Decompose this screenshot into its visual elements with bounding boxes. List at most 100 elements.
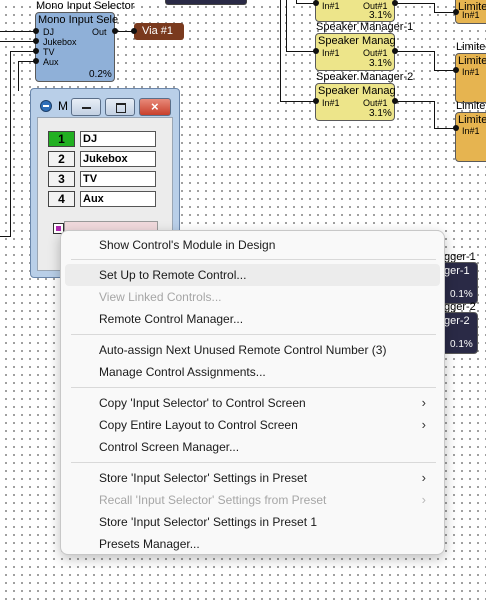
maximize-button[interactable] (105, 98, 135, 116)
speaker-manager-0-out-node[interactable] (392, 0, 398, 6)
logger-1-percent: 0.1% (450, 289, 473, 300)
limiter-0-in-node[interactable] (453, 9, 459, 15)
limiter-1[interactable]: Limite In#1 (455, 53, 486, 103)
limiter-2-in: In#1 (462, 126, 480, 136)
submenu-arrow-icon: › (421, 395, 426, 410)
close-button[interactable]: × (139, 98, 171, 116)
menu-item-store-in-preset-label: Store 'Input Selector' Settings in Prese… (99, 471, 308, 485)
submenu-arrow-icon: › (421, 417, 426, 432)
speaker-manager-2-in: In#1 (322, 98, 340, 108)
logger-2[interactable]: ger-2 0.1% (440, 312, 478, 354)
menu-item-show-module[interactable]: Show Control's Module in Design (65, 234, 440, 256)
wire-lim-c (394, 101, 434, 102)
menu-separator-1 (71, 259, 436, 260)
minimize-icon (82, 107, 91, 109)
speaker-manager-2-title: Speaker Manager-2 (316, 71, 414, 83)
input-name-4[interactable]: Aux (80, 191, 156, 207)
select-button-3[interactable]: 3 (48, 171, 75, 187)
input-selector-title: Mono Input Selector (36, 0, 135, 12)
menu-item-control-screen-manager[interactable]: Control Screen Manager... (65, 436, 440, 458)
wire-tv-v (10, 51, 11, 236)
submenu-arrow-icon: › (421, 470, 426, 485)
menu-item-recall-from-preset: Recall 'Input Selector' Settings from Pr… (65, 489, 440, 511)
select-button-2[interactable]: 2 (48, 151, 75, 167)
wire-sm-b (280, 0, 281, 102)
speaker-manager-0-in-node[interactable] (313, 0, 319, 6)
speaker-manager-1-title: Speaker Manager-1 (316, 21, 414, 33)
menu-item-copy-entire-layout-label: Copy Entire Layout to Control Screen (99, 418, 298, 432)
app-icon (40, 100, 52, 112)
wire-sm0-in-v (296, 0, 297, 4)
speaker-manager-2[interactable]: Speaker Manag In#1 Out#1 3.1% (315, 83, 396, 121)
speaker-manager-1-in: In#1 (322, 48, 340, 58)
wire-sm-a2 (286, 51, 316, 52)
limiter-2-in-node[interactable] (453, 125, 459, 131)
speaker-manager-2-percent: 3.1% (369, 108, 392, 119)
speaker-manager-1-in-node[interactable] (313, 48, 319, 54)
control-window-title: M (58, 99, 68, 113)
limiter-0[interactable]: Limite In#1 (455, 0, 486, 24)
menu-item-store-in-preset-1[interactable]: Store 'Input Selector' Settings in Prese… (65, 511, 440, 533)
speaker-manager-1-percent: 3.1% (369, 58, 392, 69)
input-node-jukebox[interactable] (33, 38, 39, 44)
speaker-manager-2-out: Out#1 (363, 98, 388, 108)
speaker-manager-1[interactable]: Speaker Manag In#1 Out#1 3.1% (315, 33, 396, 71)
menu-item-store-in-preset[interactable]: Store 'Input Selector' Settings in Prese… (65, 467, 440, 489)
logger-2-percent: 0.1% (450, 339, 473, 350)
wire-dj (0, 31, 36, 32)
limiter-2-header: Limite (458, 114, 486, 126)
limiter-1-in-node[interactable] (453, 67, 459, 73)
input-node-aux[interactable] (33, 58, 39, 64)
logger-2-header: ger-2 (444, 315, 470, 327)
input-label-jukebox: Jukebox (43, 37, 77, 47)
menu-item-remote-control-manager[interactable]: Remote Control Manager... (65, 308, 440, 330)
output-node[interactable] (112, 28, 118, 34)
menu-separator-4 (71, 462, 436, 463)
input-node-tv[interactable] (33, 48, 39, 54)
input-name-2[interactable]: Jukebox (80, 151, 156, 167)
select-button-4[interactable]: 4 (48, 191, 75, 207)
menu-item-manage-assignments[interactable]: Manage Control Assignments... (65, 361, 440, 383)
input-node-dj[interactable] (33, 28, 39, 34)
minimize-button[interactable] (71, 98, 101, 116)
speaker-manager-0-percent: 3.1% (369, 10, 392, 21)
speaker-manager-1-header: Speaker Manag (318, 35, 396, 47)
speaker-manager-2-in-node[interactable] (313, 98, 319, 104)
wire-sm-b2 (280, 101, 316, 102)
input-label-tv: TV (43, 47, 55, 57)
menu-item-copy-entire-layout[interactable]: Copy Entire Layout to Control Screen › (65, 414, 440, 436)
speaker-manager-0-in: In#1 (322, 1, 340, 11)
wire-lim-b (394, 51, 434, 52)
submenu-arrow-icon: › (421, 492, 426, 507)
speaker-manager-2-header: Speaker Manag (318, 85, 396, 97)
output-label: Out (92, 27, 107, 37)
input-selector-header: Mono Input Sele (38, 14, 119, 26)
input-selector-module[interactable]: Mono Input Sele DJ Jukebox TV Aux Out 0.… (35, 12, 119, 82)
control-handle-marker (56, 226, 61, 231)
select-button-1[interactable]: 1 (48, 131, 75, 147)
menu-item-auto-assign[interactable]: Auto-assign Next Unused Remote Control N… (65, 339, 440, 361)
top-partial-module (165, 0, 247, 5)
logger-1[interactable]: ger-1 0.1% (440, 262, 478, 304)
context-menu: Show Control's Module in Design Set Up t… (60, 230, 445, 555)
limiter-2[interactable]: Limite In#1 (455, 112, 486, 162)
wire-jukebox (0, 41, 36, 42)
via-node[interactable] (131, 28, 137, 34)
limiter-2-title: Limiter (456, 100, 486, 112)
speaker-manager-1-out: Out#1 (363, 48, 388, 58)
logger-1-header: ger-1 (444, 265, 470, 277)
speaker-manager-0[interactable]: In#1 Out#1 3.1% (315, 0, 395, 22)
input-name-1[interactable]: DJ (80, 131, 156, 147)
menu-item-presets-manager[interactable]: Presets Manager... (65, 533, 440, 555)
speaker-manager-1-out-node[interactable] (392, 48, 398, 54)
menu-separator-2 (71, 334, 436, 335)
menu-separator-3 (71, 387, 436, 388)
menu-item-copy-to-control-screen[interactable]: Copy 'Input Selector' to Control Screen … (65, 392, 440, 414)
wire-tv-end (0, 236, 11, 237)
speaker-manager-2-out-node[interactable] (392, 98, 398, 104)
input-name-3[interactable]: TV (80, 171, 156, 187)
via-label[interactable]: Via #1 (134, 23, 184, 40)
menu-item-setup-remote-control[interactable]: Set Up to Remote Control... (65, 264, 440, 286)
limiter-1-title: Limiter (456, 41, 486, 53)
close-icon: × (151, 99, 159, 114)
